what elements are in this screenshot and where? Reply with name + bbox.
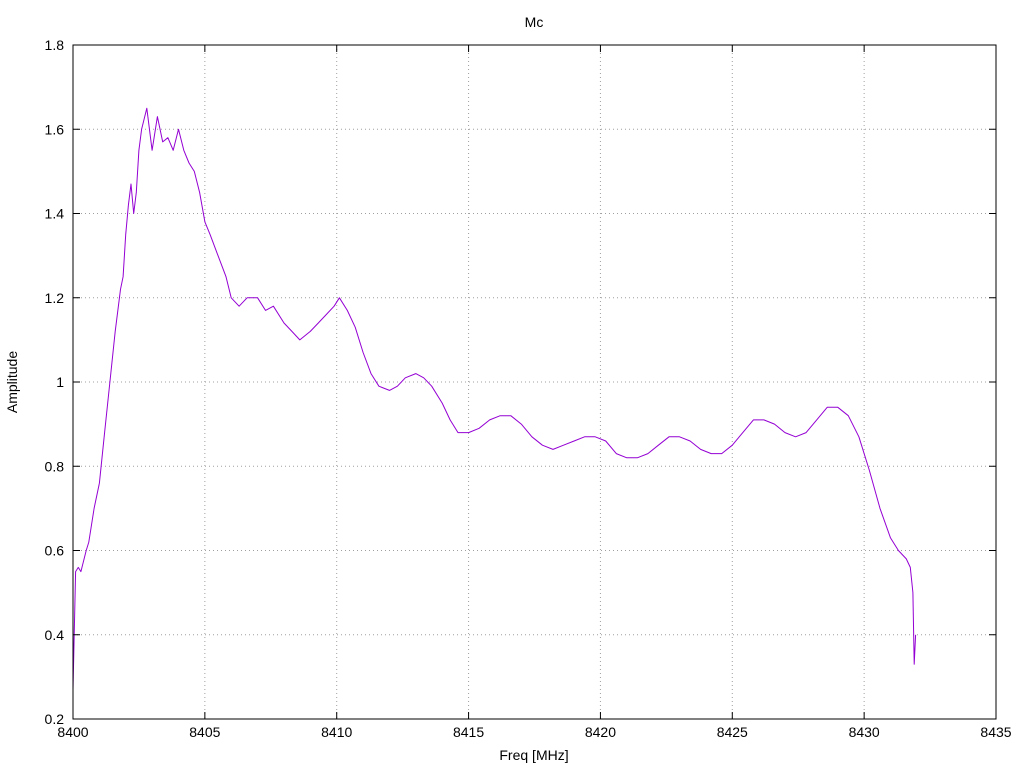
- x-tick-label: 8410: [321, 724, 352, 740]
- x-tick-label: 8420: [585, 724, 616, 740]
- y-tick-labels: 0.2 0.4 0.6 0.8 1 1.2 1.4 1.6 1.8: [45, 37, 65, 727]
- x-tick-label: 8405: [189, 724, 220, 740]
- grid: [73, 45, 996, 719]
- y-tick-label: 1: [56, 374, 64, 390]
- chart-title: Mc: [525, 14, 544, 30]
- y-tick-label: 0.6: [45, 543, 65, 559]
- x-tick-label: 8435: [980, 724, 1011, 740]
- series-layer: [72, 107, 917, 690]
- y-tick-label: 0.2: [45, 711, 65, 727]
- x-tick-labels: 8400 8405 8410 8415 8420 8425 8430 8435: [57, 724, 1011, 740]
- y-tick-label: 1.8: [45, 37, 65, 53]
- line-chart: Mc 8400 8405 8410 8415 8420 8425 8430 8435 0.20…: [4, 14, 1012, 763]
- y-tick-label: 1.6: [45, 121, 65, 137]
- x-axis-title: Freq [MHz]: [499, 747, 568, 763]
- x-tick-label: 8425: [717, 724, 748, 740]
- y-axis-title: Amplitude: [4, 351, 20, 413]
- y-tick-label: 1.4: [45, 206, 65, 222]
- x-tick-label: 8415: [453, 724, 484, 740]
- y-tick-label: 0.4: [45, 627, 65, 643]
- y-tick-label: 0.8: [45, 458, 65, 474]
- x-tick-label: 8430: [849, 724, 880, 740]
- series-line: [72, 107, 917, 690]
- y-tick-label: 1.2: [45, 290, 65, 306]
